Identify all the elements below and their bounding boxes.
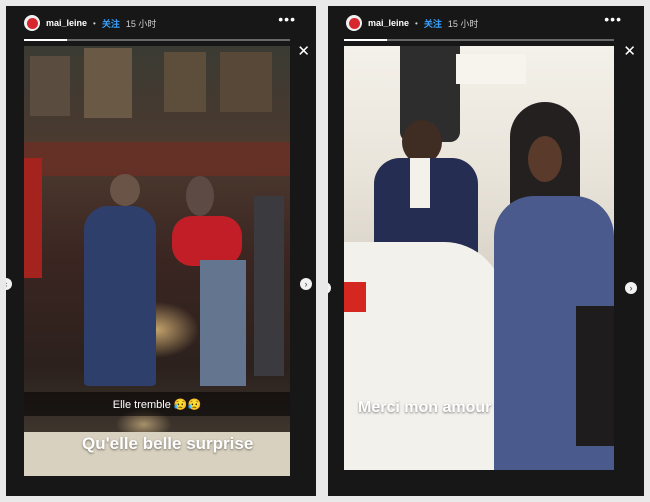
shirt-shape	[410, 158, 430, 208]
prev-story-arrow-icon[interactable]: ‹	[6, 278, 12, 290]
close-icon[interactable]: ✕	[297, 44, 310, 59]
awning-shape	[24, 142, 290, 176]
story-viewer-right: mai_leine • 关注 15 小时 ••• Merci mon amour…	[328, 6, 644, 496]
person-head-shape	[186, 176, 214, 216]
next-story-arrow-icon[interactable]: ›	[300, 278, 312, 290]
avatar[interactable]	[346, 15, 362, 31]
story-photo: Elle tremble 😥😥 Qu'elle belle surprise	[24, 46, 290, 476]
follow-button[interactable]: 关注	[424, 17, 442, 30]
separator-dot: •	[415, 18, 418, 28]
red-drape-shape	[24, 158, 42, 278]
story-progress-bar	[344, 39, 614, 41]
person-suit-shape	[84, 206, 156, 386]
person-head-shape	[528, 136, 562, 182]
story-viewer-left: mai_leine • 关注 15 小时 ••• Elle tremble 😥😥…	[6, 6, 316, 496]
follow-button[interactable]: 关注	[102, 17, 120, 30]
waiter-arm-shape	[456, 54, 526, 84]
story-header: mai_leine • 关注 15 小时	[346, 12, 478, 34]
story-progress-fill	[24, 39, 67, 41]
separator-dot: •	[93, 18, 96, 28]
time-ago: 15 小时	[125, 18, 157, 29]
story-photo: Merci mon amour	[344, 46, 614, 470]
more-options-icon[interactable]: •••	[604, 12, 622, 26]
story-header: mai_leine • 关注 15 小时	[24, 12, 156, 34]
next-story-arrow-icon[interactable]: ›	[625, 282, 637, 294]
time-ago: 15 小时	[447, 18, 479, 29]
username[interactable]: mai_leine	[368, 18, 409, 28]
story-caption-bar: Elle tremble 😥😥	[24, 392, 290, 416]
avatar[interactable]	[24, 15, 40, 31]
window-shape	[220, 52, 272, 112]
red-object-shape	[344, 282, 366, 312]
story-caption-text: Merci mon amour	[358, 399, 492, 416]
story-progress-bar	[24, 39, 290, 41]
username[interactable]: mai_leine	[46, 18, 87, 28]
rose-bouquet-shape	[172, 216, 242, 266]
story-progress-fill	[344, 39, 388, 41]
person-bystander-shape	[254, 196, 284, 376]
table-shape	[344, 242, 504, 470]
window-shape	[164, 52, 206, 112]
person-dress-shape	[200, 260, 246, 386]
story-caption-text: Qu'elle belle surprise	[82, 434, 254, 453]
prev-story-arrow-icon[interactable]: ‹	[328, 282, 331, 294]
more-options-icon[interactable]: •••	[278, 12, 296, 26]
window-shape	[84, 48, 132, 118]
window-shape	[30, 56, 70, 116]
chair-shape	[576, 306, 614, 446]
person-head-shape	[110, 174, 140, 206]
close-icon[interactable]: ✕	[623, 44, 636, 59]
